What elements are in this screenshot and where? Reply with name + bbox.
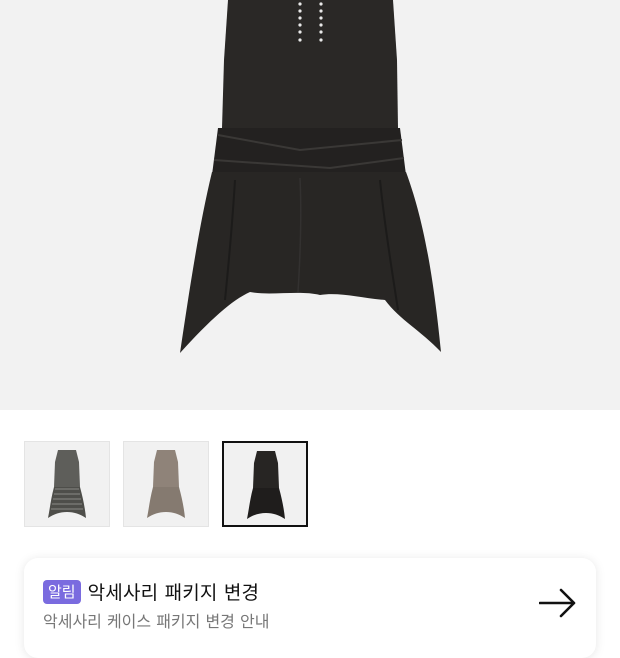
notice-title: 악세사리 패키지 변경 bbox=[87, 582, 260, 604]
thumbnail-beige-dress[interactable] bbox=[123, 441, 209, 527]
beige-dress-icon bbox=[147, 450, 185, 518]
notice-header: 알림 악세사리 패키지 변경 bbox=[43, 578, 259, 605]
gray-dress-icon bbox=[48, 450, 86, 518]
product-main-image bbox=[0, 0, 620, 410]
black-dress-icon bbox=[247, 451, 285, 519]
thumbnail-gray-dress[interactable] bbox=[24, 441, 110, 527]
dress-illustration bbox=[180, 0, 441, 353]
thumbnail-black-dress[interactable] bbox=[222, 441, 308, 527]
notice-badge: 알림 bbox=[43, 579, 81, 604]
thumbnail-list bbox=[24, 441, 308, 527]
notice-card[interactable]: 알림 악세사리 패키지 변경 악세사리 케이스 패키지 변경 안내 bbox=[24, 558, 596, 658]
notice-subtitle: 악세사리 케이스 패키지 변경 안내 bbox=[43, 612, 270, 631]
arrow-right-icon[interactable] bbox=[539, 588, 577, 618]
